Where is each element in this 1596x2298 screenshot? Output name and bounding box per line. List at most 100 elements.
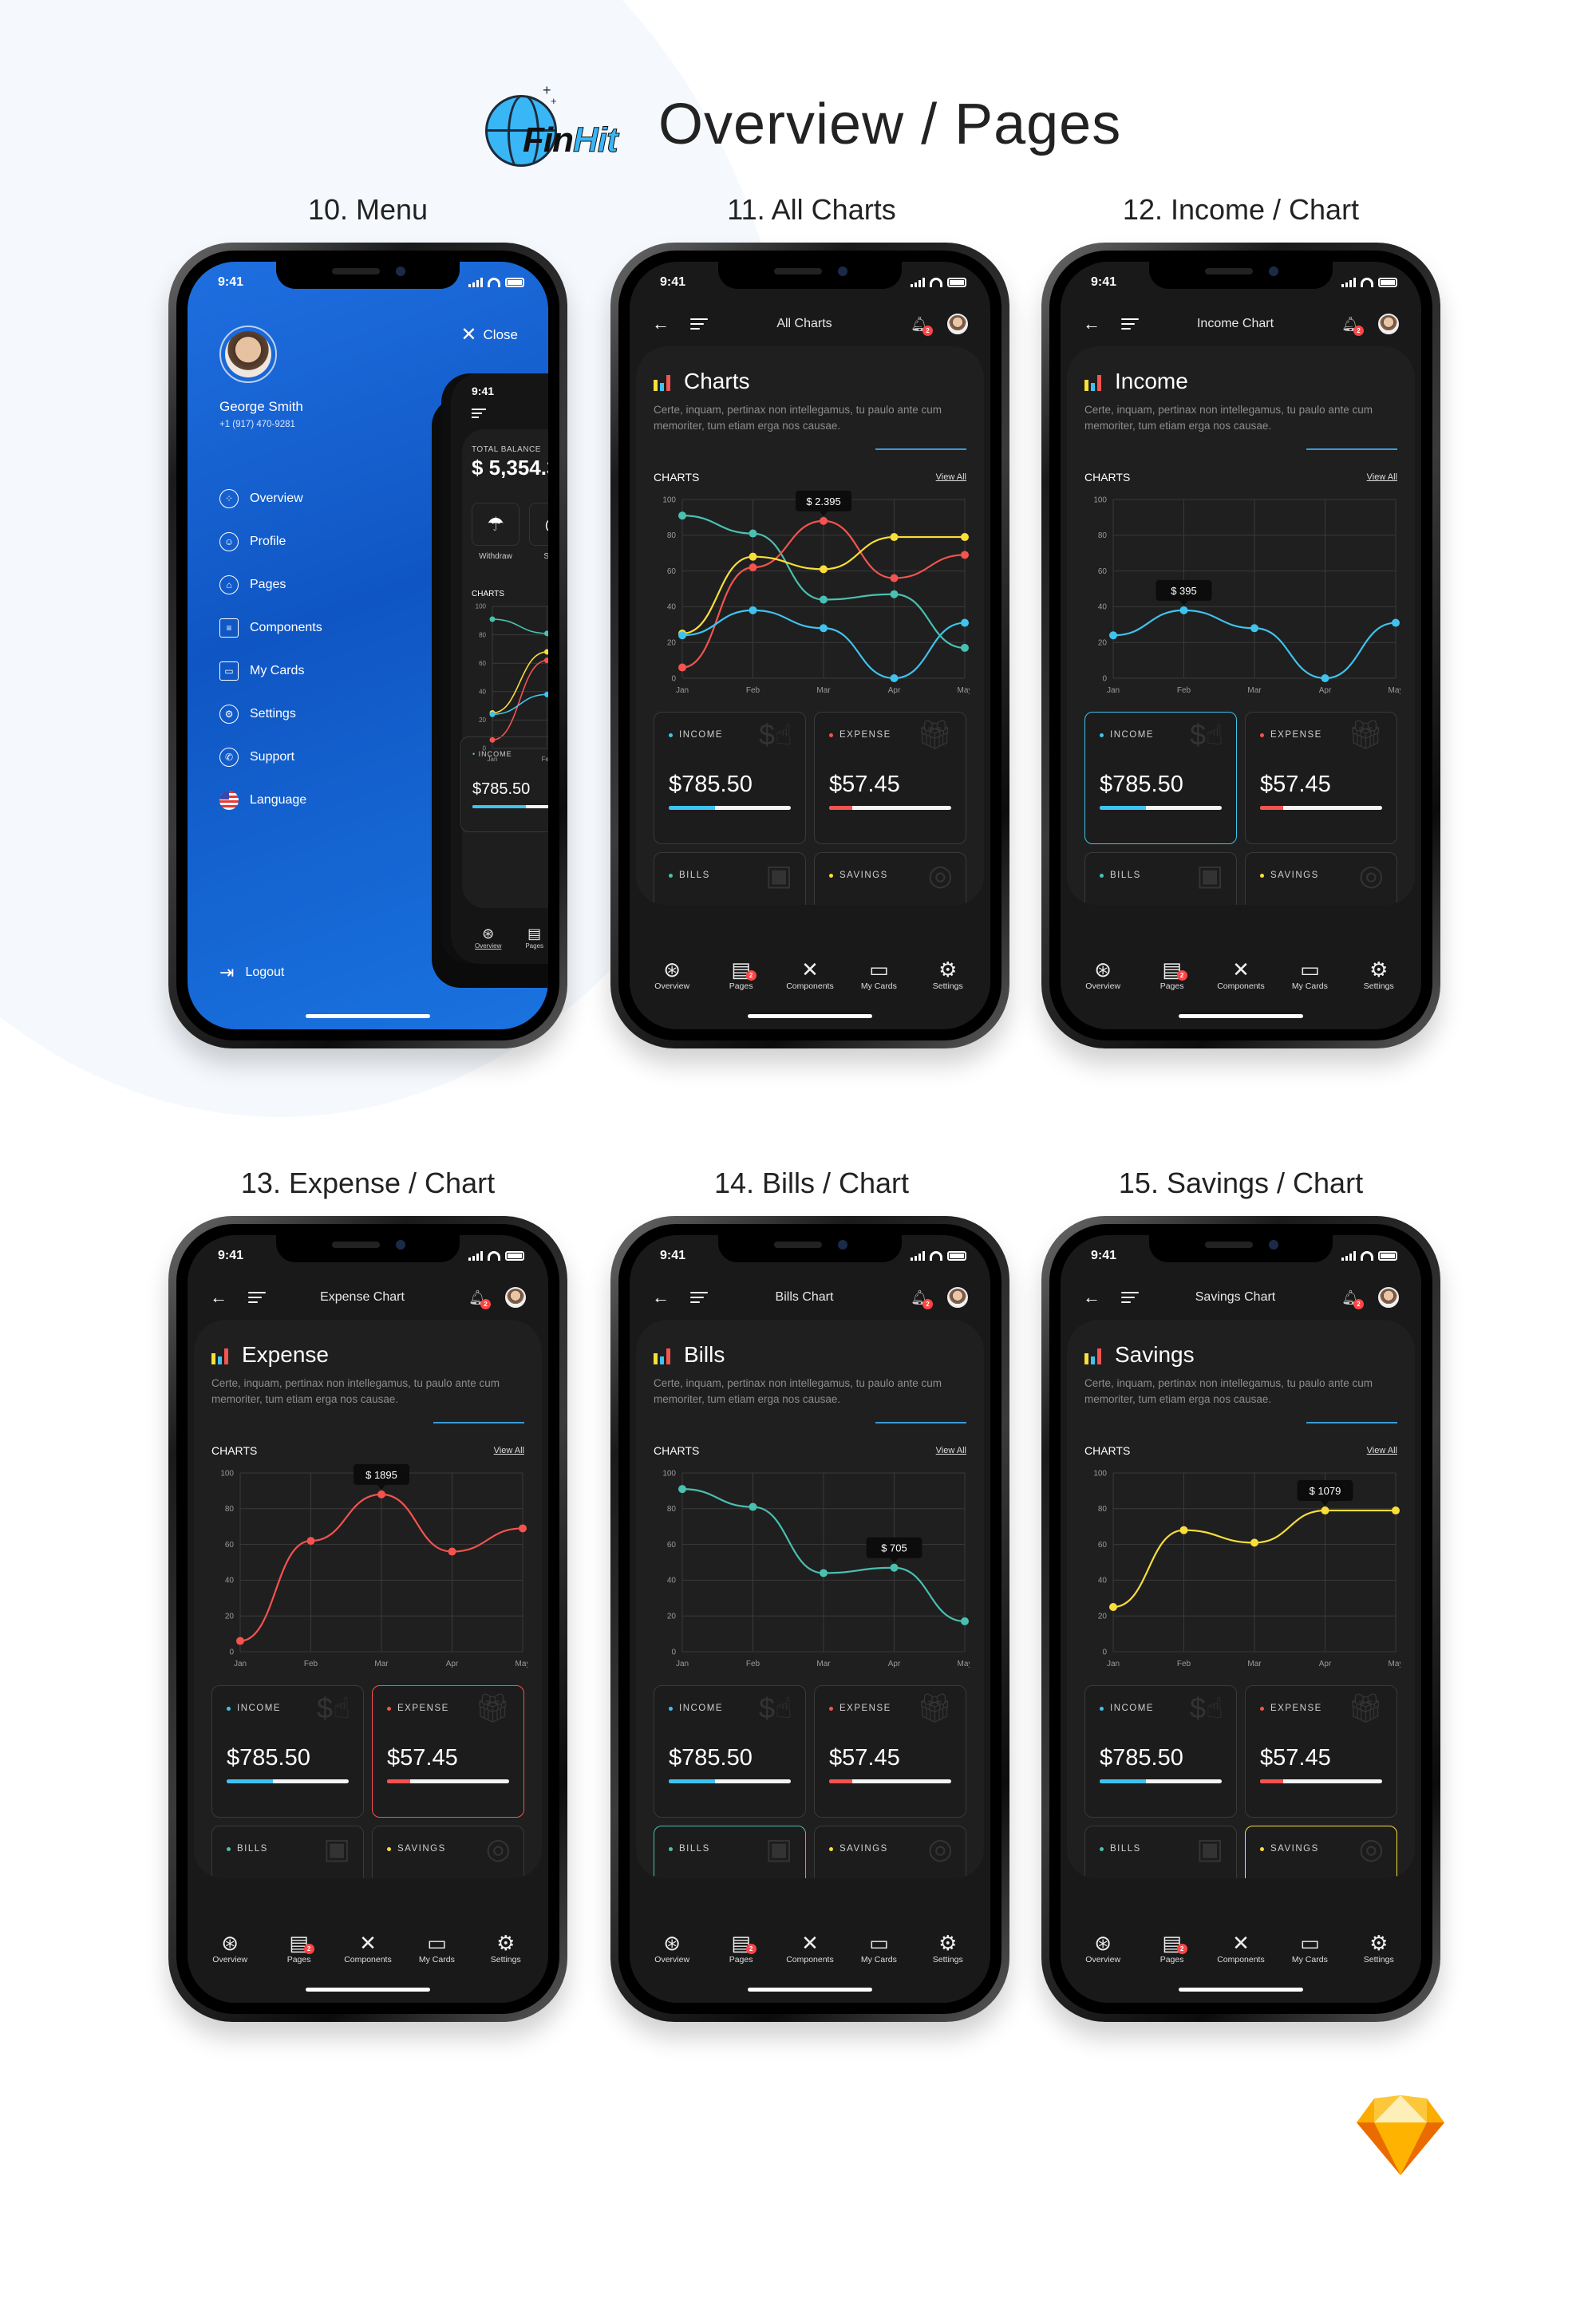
menu-item-overview[interactable]: ⁘ Overview [219,477,322,520]
tab-overview[interactable]: ⊛ Overview [1071,958,1135,991]
bell-icon[interactable]: 🔔︎ 2 [911,315,933,336]
app-preview-peek[interactable]: 9:41 TOTAL BALANCE $ 5,354.30 ☂ ◎ Withdr… [451,373,548,964]
tab-overview[interactable]: ⊛ Overview [640,1931,704,1964]
avatar[interactable] [947,1287,968,1308]
menu-item-support[interactable]: ✆ Support [219,736,322,779]
y-tick-label: 60 [479,660,486,667]
peek-income-card[interactable]: • INCOME $785.50 [460,736,548,832]
tab-label: Pages [286,1955,311,1964]
avatar[interactable] [505,1287,526,1308]
card-expense[interactable]: EXPENSE 🎁︎ $57.45 [1245,1685,1397,1818]
card-bills[interactable]: BILLS ▣ $841.95 [654,1826,806,1878]
menu-item-language[interactable]: Language [219,779,322,822]
legend-dot [1260,732,1264,737]
tab-settings[interactable]: ⚙ Settings [1347,958,1411,991]
pages-icon: ▤ [731,1931,751,1955]
tab-my-cards[interactable]: ▭ My Cards [1278,1931,1341,1964]
tab-components[interactable]: ✕ Components [1209,1931,1273,1964]
back-arrow-icon[interactable]: ← [652,314,681,334]
card-expense[interactable]: EXPENSE 🎁︎ $57.45 [1245,712,1397,844]
data-point-expense [678,663,686,672]
card-label: BILLS [679,871,710,880]
line-chart[interactable]: 0 20 40 60 80 100 Jan Feb Mar Apr May $ 1895 [211,1460,527,1676]
bell-icon[interactable]: 🔔︎ 2 [1341,315,1364,336]
tab-my-cards[interactable]: ▭ My Cards [405,1931,468,1964]
card-label: EXPENSE [839,730,891,740]
line-chart[interactable]: 0 20 40 60 80 100 Jan Feb Mar Apr May $ 705 [654,1460,970,1676]
view-all-link[interactable]: View All [1367,472,1397,482]
tab-pages[interactable]: ▤ 2 Pages [1140,958,1204,991]
avatar[interactable] [1378,1287,1399,1308]
tab-overview[interactable]: ⊛ Overview [1071,1931,1135,1964]
bell-icon[interactable]: 🔔︎ 2 [468,1289,491,1309]
close-button[interactable]: ✕ Close [460,326,518,345]
peek-tab-overview[interactable]: ⊛ Overview [475,926,501,964]
card-expense[interactable]: EXPENSE 🎁︎ $57.45 [372,1685,524,1818]
send-label: Send [543,552,548,561]
tab-components[interactable]: ✕ Components [336,1931,400,1964]
menu-item-settings[interactable]: ⚙ Settings [219,693,322,736]
card-income[interactable]: INCOME $☝ $785.50 [654,1685,806,1818]
card-savings[interactable]: SAVINGS ◎ $3,545.57 [814,852,966,905]
view-all-link[interactable]: View All [1367,1446,1397,1455]
peek-tab-pages[interactable]: ▤ Pages [525,926,543,964]
back-arrow-icon[interactable]: ← [210,1287,239,1308]
tab-overview[interactable]: ⊛ Overview [640,958,704,991]
card-expense[interactable]: EXPENSE 🎁︎ $57.45 [814,1685,966,1818]
tab-pages[interactable]: ▤ 2 Pages [709,1931,773,1964]
avatar[interactable] [219,326,277,383]
menu-item-pages[interactable]: ⌂ Pages [219,563,322,606]
card-savings[interactable]: SAVINGS ◎ $3,545.57 [1245,852,1397,905]
tab-label: Overview [1085,1955,1121,1964]
withdraw-button[interactable]: ☂ [472,503,519,546]
bell-icon[interactable]: 🔔︎ 2 [1341,1289,1364,1309]
avatar[interactable] [947,314,968,334]
bell-icon[interactable]: 🔔︎ 2 [911,1289,933,1309]
line-chart[interactable]: 0 20 40 60 80 100 Jan Feb Mar Apr May $ 2.395 [654,487,970,702]
tab-components[interactable]: ✕ Components [778,1931,842,1964]
line-chart[interactable]: 0 20 40 60 80 100 Jan Feb Mar Apr May $ 1079 [1084,1460,1400,1676]
tab-components[interactable]: ✕ Components [778,958,842,991]
tab-overview[interactable]: ⊛ Overview [198,1931,262,1964]
back-arrow-icon[interactable]: ← [652,1287,681,1308]
tab-pages[interactable]: ▤ 2 Pages [267,1931,331,1964]
tab-settings[interactable]: ⚙ Settings [916,1931,980,1964]
tab-my-cards[interactable]: ▭ My Cards [1278,958,1341,991]
card-savings[interactable]: SAVINGS ◎ $3,545.57 [1245,1826,1397,1878]
back-arrow-icon[interactable]: ← [1083,1287,1112,1308]
view-all-link[interactable]: View All [936,1446,966,1455]
card-bills[interactable]: BILLS ▣ $841.95 [1084,852,1237,905]
line-chart[interactable]: 0 20 40 60 80 100 Jan Feb Mar Apr May $ 395 [1084,487,1400,702]
menu-item-profile[interactable]: ☺ Profile [219,520,322,563]
tab-my-cards[interactable]: ▭ My Cards [847,958,911,991]
card-savings[interactable]: SAVINGS ◎ $3,545.57 [372,1826,524,1878]
card-bills[interactable]: BILLS ▣ $841.95 [1084,1826,1237,1878]
view-all-link[interactable]: View All [494,1446,524,1455]
menu-item-my-cards[interactable]: ▭ My Cards [219,650,322,693]
send-button[interactable]: ◎ [529,503,548,546]
tab-settings[interactable]: ⚙ Settings [474,1931,538,1964]
card-income[interactable]: INCOME $☝ $785.50 [211,1685,364,1818]
card-savings[interactable]: SAVINGS ◎ $3,545.57 [814,1826,966,1878]
back-arrow-icon[interactable]: ← [1083,314,1112,334]
tab-settings[interactable]: ⚙ Settings [1347,1931,1411,1964]
card-bills[interactable]: BILLS ▣ $841.95 [211,1826,364,1878]
card-expense[interactable]: EXPENSE 🎁︎ $57.45 [814,712,966,844]
card-income[interactable]: INCOME $☝ $785.50 [1084,712,1237,844]
savings-chart-screen: 9:41 ← Savings Chart 🔔︎ 2 Savings Certe, … [1061,1235,1421,2003]
signal-icon [468,278,483,287]
menu-item-components[interactable]: ≡ Components [219,606,322,650]
nav-title: Income Chart [1196,317,1274,330]
tab-pages[interactable]: ▤ 2 Pages [709,958,773,991]
card-bills[interactable]: BILLS ▣ $841.95 [654,852,806,905]
logout-button[interactable]: ⇥ Logout [219,962,284,983]
card-income[interactable]: INCOME $☝ $785.50 [1084,1685,1237,1818]
tab-pages[interactable]: ▤ 2 Pages [1140,1931,1204,1964]
tab-settings[interactable]: ⚙ Settings [916,958,980,991]
tab-my-cards[interactable]: ▭ My Cards [847,1931,911,1964]
avatar[interactable] [1378,314,1399,334]
pages-badge: 2 [745,970,757,981]
card-income[interactable]: INCOME $☝ $785.50 [654,712,806,844]
view-all-link[interactable]: View All [936,472,966,482]
tab-components[interactable]: ✕ Components [1209,958,1273,991]
